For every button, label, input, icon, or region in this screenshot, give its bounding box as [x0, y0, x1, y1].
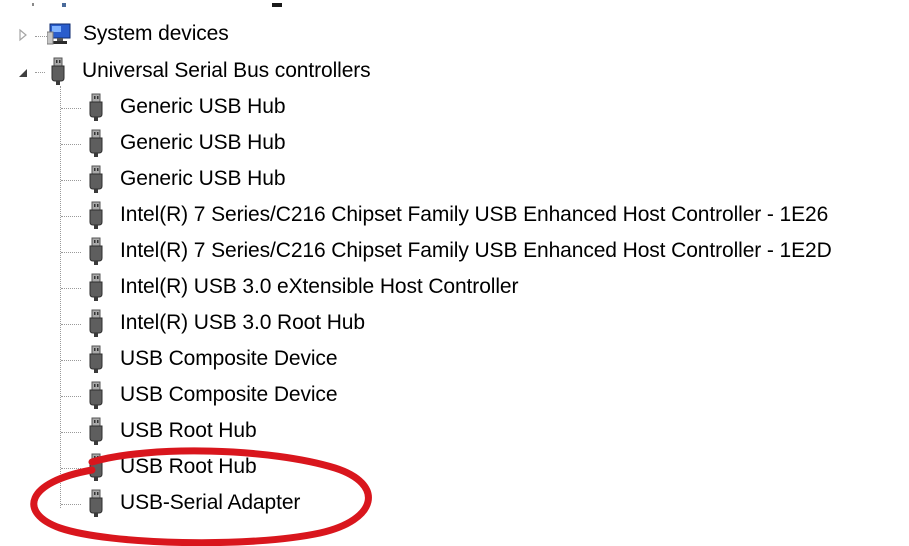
tree-item-label: USB-Serial Adapter: [120, 491, 301, 514]
usb-plug-icon: [89, 345, 103, 373]
tree-item-label: Universal Serial Bus controllers: [82, 59, 371, 82]
tree-item-intel-ehci-1e26[interactable]: Intel(R) 7 Series/C216 Chipset Family US…: [86, 197, 828, 233]
tree-guide-line: [35, 72, 45, 73]
tree-item-usb-root-hub[interactable]: USB Root Hub: [86, 449, 257, 485]
usb-plug-icon: [89, 453, 103, 481]
usb-plug-icon: [89, 237, 103, 265]
tree-item-label: USB Composite Device: [120, 383, 338, 406]
tree-guide-line: [61, 504, 81, 505]
usb-plug-icon: [89, 273, 103, 301]
tree-item-label: USB Root Hub: [120, 455, 257, 478]
usb-plug-icon: [89, 201, 103, 229]
tree-guide-line: [61, 468, 81, 469]
tree-item-label: Intel(R) USB 3.0 eXtensible Host Control…: [120, 275, 519, 298]
cut-off-row-fragment: [32, 3, 282, 7]
tree-item-generic-usb-hub[interactable]: Generic USB Hub: [86, 161, 286, 197]
tree-item-label: USB Composite Device: [120, 347, 338, 370]
tree-guide-line: [61, 396, 81, 397]
expand-arrow-icon[interactable]: [16, 28, 30, 42]
tree-guide-line: [61, 216, 81, 217]
tree-item-intel-ehci-1e2d[interactable]: Intel(R) 7 Series/C216 Chipset Family US…: [86, 233, 832, 269]
tree-guide-line: [35, 36, 47, 37]
tree-guide-line: [61, 108, 81, 109]
tree-item-system-devices[interactable]: System devices: [47, 16, 229, 52]
tree-item-label: Generic USB Hub: [120, 95, 286, 118]
tree-item-label: Intel(R) USB 3.0 Root Hub: [120, 311, 365, 334]
tree-guide-line: [61, 252, 81, 253]
usb-plug-icon: [89, 417, 103, 445]
tree-item-usb-serial-adapter[interactable]: USB-Serial Adapter: [86, 485, 300, 521]
tree-item-label: Generic USB Hub: [120, 131, 286, 154]
tree-item-usb-composite-device[interactable]: USB Composite Device: [86, 341, 338, 377]
tree-guide-line: [61, 324, 81, 325]
usb-plug-icon: [89, 129, 103, 157]
usb-plug-icon: [89, 381, 103, 409]
tree-item-generic-usb-hub[interactable]: Generic USB Hub: [86, 125, 286, 161]
tree-guide-line: [61, 432, 81, 433]
tree-guide-line: [61, 144, 81, 145]
tree-item-usb-root-hub[interactable]: USB Root Hub: [86, 413, 257, 449]
usb-plug-icon: [89, 165, 103, 193]
tree-item-usb-composite-device[interactable]: USB Composite Device: [86, 377, 338, 413]
cut-off-row: [0, 0, 909, 10]
tree-item-intel-xhci[interactable]: Intel(R) USB 3.0 eXtensible Host Control…: [86, 269, 518, 305]
tree-guide-line: [60, 86, 61, 508]
tree-item-label: Intel(R) 7 Series/C216 Chipset Family US…: [120, 203, 829, 226]
tree-item-generic-usb-hub[interactable]: Generic USB Hub: [86, 89, 286, 125]
tree-item-label: USB Root Hub: [120, 419, 257, 442]
collapse-arrow-icon[interactable]: [16, 66, 30, 80]
device-manager-tree: System devices Universal Serial Bus cont…: [0, 0, 909, 546]
usb-plug-icon: [89, 489, 103, 517]
usb-plug-icon: [51, 57, 65, 85]
tree-item-label: System devices: [83, 22, 229, 45]
tree-item-usb-controllers[interactable]: Universal Serial Bus controllers: [48, 53, 371, 89]
tree-item-label: Generic USB Hub: [120, 167, 286, 190]
tree-item-intel-usb3-root-hub[interactable]: Intel(R) USB 3.0 Root Hub: [86, 305, 365, 341]
usb-plug-icon: [89, 309, 103, 337]
tree-item-label: Intel(R) 7 Series/C216 Chipset Family US…: [120, 239, 832, 262]
tree-guide-line: [61, 180, 81, 181]
monitor-icon: [47, 23, 71, 45]
usb-plug-icon: [89, 93, 103, 121]
tree-guide-line: [61, 288, 81, 289]
tree-guide-line: [61, 360, 81, 361]
